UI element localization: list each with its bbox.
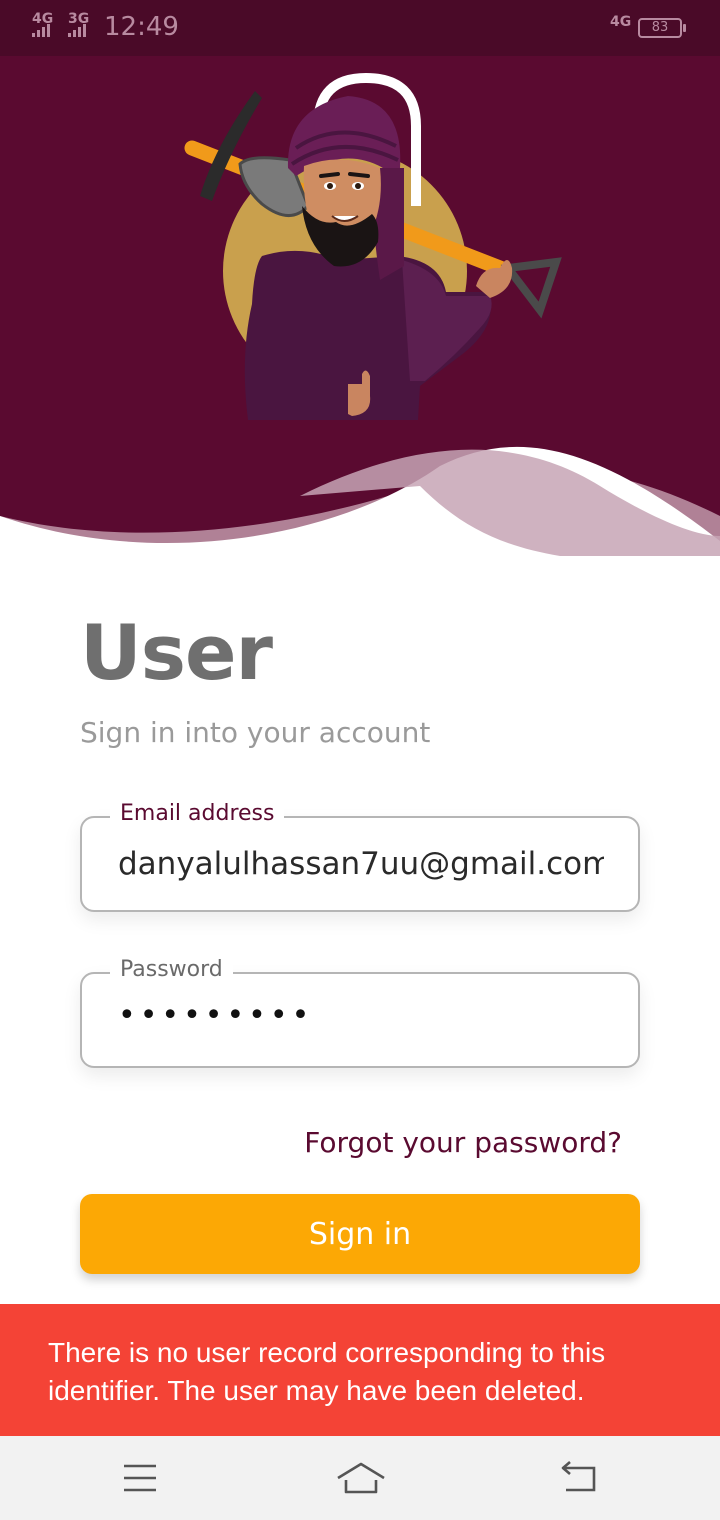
home-icon[interactable]	[336, 1458, 386, 1498]
email-field-label: Email address	[110, 801, 285, 826]
page-subtitle: Sign in into your account	[80, 716, 431, 749]
hero-banner	[0, 56, 720, 556]
password-input[interactable]: •••••••••	[118, 998, 604, 1038]
password-field[interactable]: Password •••••••••	[80, 957, 640, 1068]
battery-level: 83	[651, 20, 669, 35]
miner-with-pickaxe-illustration	[184, 72, 562, 420]
menu-icon[interactable]	[118, 1458, 162, 1498]
error-message: There is no user record corresponding to…	[48, 1337, 606, 1406]
system-nav-bar	[0, 1436, 720, 1520]
password-field-label: Password	[110, 957, 233, 982]
email-field[interactable]: Email address	[80, 801, 640, 912]
sign-in-button-label: Sign in	[308, 1216, 412, 1252]
email-input[interactable]	[118, 844, 604, 884]
page-title: User	[80, 608, 273, 697]
sign-in-button[interactable]: Sign in	[80, 1194, 640, 1274]
clock: 12:49	[104, 12, 179, 42]
forgot-password-link[interactable]: Forgot your password?	[304, 1126, 622, 1159]
battery-icon: 83	[638, 18, 686, 38]
signal-strength-icon	[32, 24, 50, 37]
status-bar: 4G 3G 12:49 4G 83	[0, 0, 720, 56]
error-snackbar: There is no user record corresponding to…	[0, 1304, 720, 1436]
back-icon[interactable]	[558, 1458, 602, 1498]
signal-strength-icon-2	[68, 24, 86, 37]
network-type-label: 4G	[610, 14, 632, 30]
